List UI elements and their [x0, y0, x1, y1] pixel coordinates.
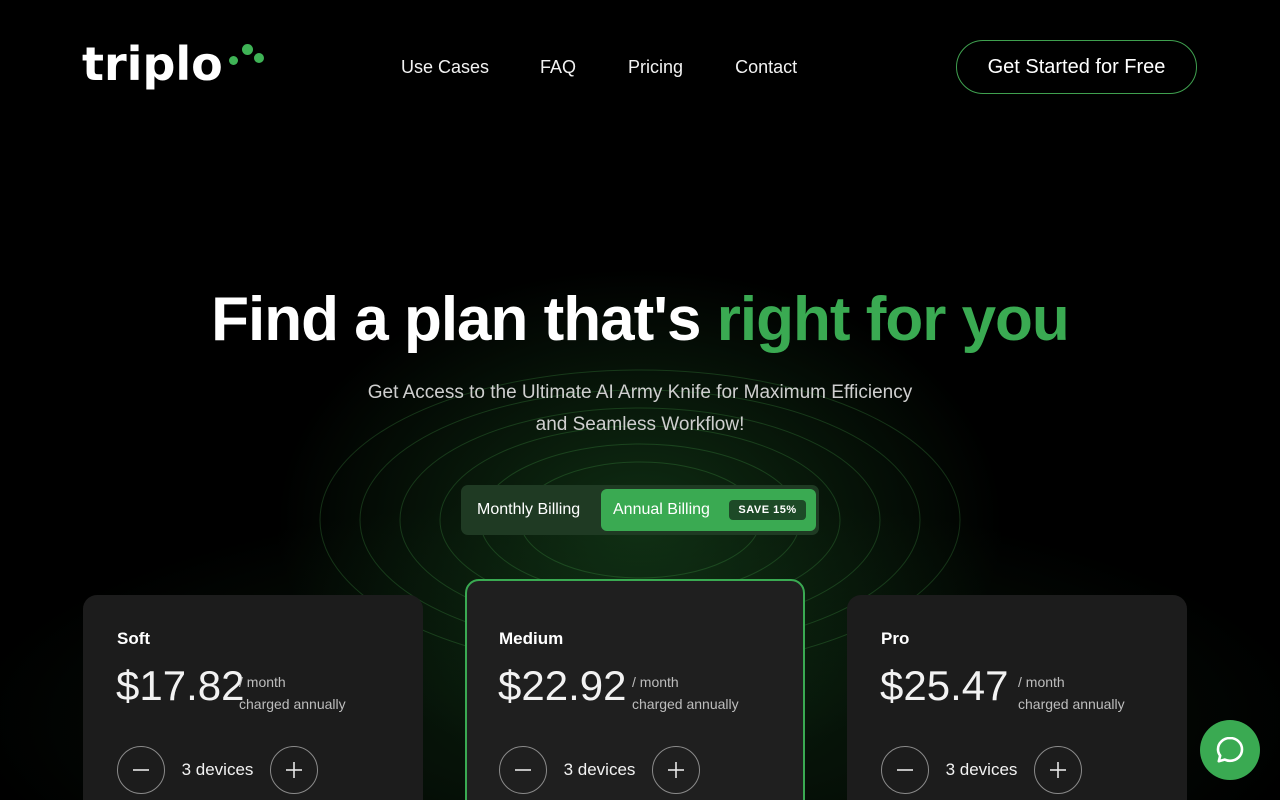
- subtitle-line-2: and Seamless Workflow!: [535, 414, 745, 435]
- plan-billing-period: / month charged annually: [632, 671, 739, 715]
- plan-name: Medium: [499, 629, 564, 648]
- chat-button[interactable]: [1200, 720, 1260, 780]
- plan-card-soft: Soft $17.82 / month charged annually 3 d…: [83, 595, 423, 800]
- nav-link-faq[interactable]: FAQ: [540, 56, 576, 78]
- minus-icon: [897, 769, 913, 771]
- decrease-devices-button[interactable]: [117, 746, 165, 794]
- nav-link-contact[interactable]: Contact: [735, 56, 797, 78]
- plan-price: $22.92: [498, 662, 627, 709]
- minus-icon: [515, 769, 531, 771]
- per-month-label: / month: [632, 674, 679, 690]
- plan-card-pro: Pro $25.47 / month charged annually 3 de…: [847, 595, 1187, 800]
- per-month-label: / month: [1018, 674, 1065, 690]
- save-badge: SAVE 15%: [729, 500, 806, 520]
- decrease-devices-button[interactable]: [881, 746, 929, 794]
- charged-annually-label: charged annually: [239, 696, 346, 712]
- charged-annually-label: charged annually: [1018, 696, 1125, 712]
- title-accent: right for you: [716, 285, 1070, 354]
- plan-card-medium: Medium $22.92 / month charged annually 3…: [465, 579, 805, 800]
- subtitle-line-1: Get Access to the Ultimate AI Army Knife…: [367, 382, 913, 403]
- per-month-label: / month: [239, 674, 286, 690]
- plan-price: $17.82: [116, 662, 245, 709]
- annual-billing-option[interactable]: Annual Billing SAVE 15%: [601, 489, 816, 531]
- main-nav: Use Cases FAQ Pricing Contact: [401, 56, 797, 78]
- logo-dots-icon: [225, 38, 269, 78]
- device-count: 3 devices: [181, 760, 254, 779]
- plan-billing-period: / month charged annually: [239, 671, 346, 715]
- device-stepper: 3 devices: [117, 746, 318, 794]
- device-stepper: 3 devices: [499, 746, 700, 794]
- site-header: triplo Use Cases FAQ Pricing Contact Get…: [0, 0, 1280, 134]
- device-stepper: 3 devices: [881, 746, 1082, 794]
- decrease-devices-button[interactable]: [499, 746, 547, 794]
- title-main: Find a plan that's: [211, 285, 717, 354]
- page-subtitle: Get Access to the Ultimate AI Army Knife…: [340, 377, 940, 441]
- increase-devices-button[interactable]: [652, 746, 700, 794]
- plan-name: Soft: [117, 629, 151, 648]
- plan-billing-period: / month charged annually: [1018, 671, 1125, 715]
- plan-price: $25.47: [880, 662, 1009, 709]
- plus-icon: [286, 762, 302, 778]
- triplo-logo[interactable]: triplo: [82, 38, 269, 90]
- annual-billing-label: Annual Billing: [613, 501, 710, 518]
- logo-wordmark: triplo: [82, 37, 223, 91]
- nav-link-use-cases[interactable]: Use Cases: [401, 56, 489, 78]
- minus-icon: [133, 769, 149, 771]
- nav-link-pricing[interactable]: Pricing: [628, 56, 683, 78]
- monthly-billing-option[interactable]: Monthly Billing: [477, 485, 580, 535]
- device-count: 3 devices: [563, 760, 636, 779]
- increase-devices-button[interactable]: [1034, 746, 1082, 794]
- device-count: 3 devices: [945, 760, 1018, 779]
- plus-icon: [668, 762, 684, 778]
- get-started-button[interactable]: Get Started for Free: [956, 40, 1197, 94]
- page-title: Find a plan that's right for you: [0, 284, 1280, 356]
- plan-name: Pro: [881, 629, 910, 648]
- plus-icon: [1050, 762, 1066, 778]
- billing-toggle: Monthly Billing Annual Billing SAVE 15%: [461, 485, 819, 535]
- increase-devices-button[interactable]: [270, 746, 318, 794]
- charged-annually-label: charged annually: [632, 696, 739, 712]
- chat-bubble-icon: [1216, 736, 1244, 763]
